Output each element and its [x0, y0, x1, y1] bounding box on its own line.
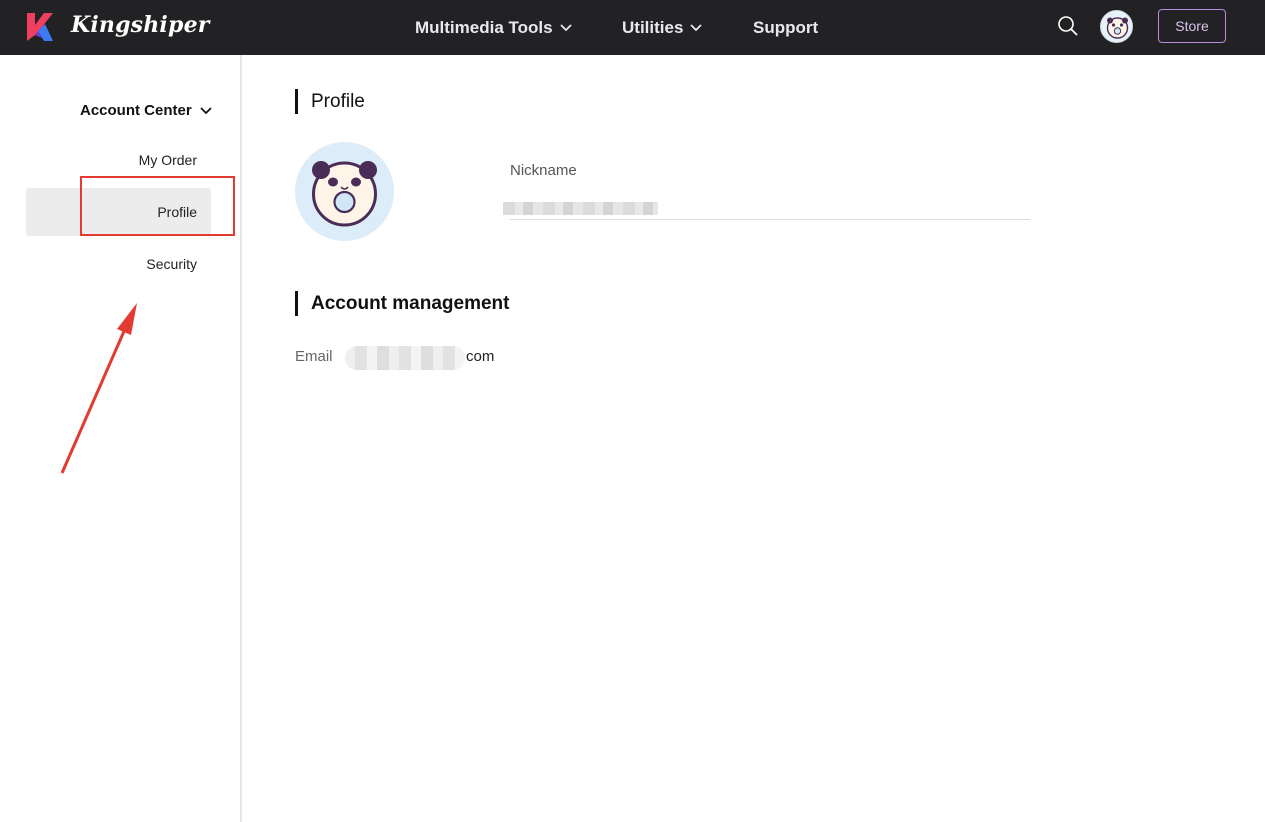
account-center-toggle[interactable]: Account Center [80, 102, 212, 119]
top-navbar: Kingshiper Multimedia Tools Utilities Su… [0, 0, 1265, 55]
panda-donut-icon [312, 161, 377, 227]
store-button[interactable]: Store [1158, 9, 1226, 43]
nav-multimedia-tools[interactable]: Multimedia Tools [415, 0, 572, 55]
sidebar-item-security[interactable]: Security [146, 256, 197, 272]
email-value-redacted [345, 346, 465, 370]
account-management-title: Account management [295, 291, 509, 316]
nav-label: Support [753, 17, 819, 37]
nav-label: Multimedia Tools [415, 17, 553, 37]
chevron-down-icon [559, 23, 572, 31]
email-value-suffix: com [466, 348, 495, 365]
email-label: Email [295, 348, 333, 365]
kingshiper-logo-icon [27, 13, 53, 41]
profile-section-title: Profile [295, 89, 365, 114]
nav-utilities[interactable]: Utilities [622, 0, 703, 55]
brand-name: Kingshiper [71, 12, 210, 38]
sidebar-item-my-order[interactable]: My Order [139, 152, 197, 168]
panda-donut-icon [1106, 17, 1129, 39]
search-icon[interactable] [1057, 15, 1079, 37]
nickname-label: Nickname [510, 162, 577, 179]
chevron-down-icon [690, 23, 703, 31]
account-center-label: Account Center [80, 102, 192, 119]
main-content: Profile Nickname Account management Emai… [295, 55, 1265, 822]
nickname-underline [510, 219, 1030, 220]
brand-logo[interactable]: Kingshiper [24, 11, 209, 43]
user-avatar[interactable] [1100, 10, 1133, 43]
annotation-highlight-box [80, 176, 235, 236]
profile-avatar[interactable] [295, 142, 394, 241]
nav-support[interactable]: Support [753, 0, 818, 55]
account-sidebar: Account Center My Order Profile Security [0, 55, 242, 822]
annotation-arrow-icon [60, 303, 137, 474]
chevron-down-icon [200, 106, 212, 114]
nav-label: Utilities [622, 17, 684, 37]
nickname-field-redacted[interactable] [503, 202, 658, 215]
